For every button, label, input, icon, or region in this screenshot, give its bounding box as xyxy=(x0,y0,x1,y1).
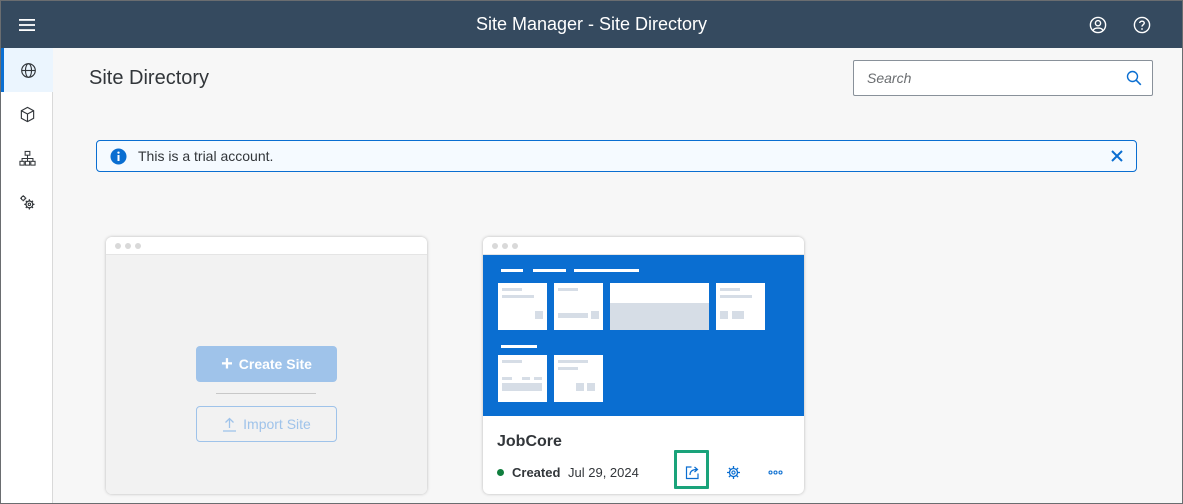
window-dot xyxy=(502,243,508,249)
preview-tile xyxy=(498,355,547,402)
create-site-label: Create Site xyxy=(238,356,312,372)
message-text: This is a trial account. xyxy=(138,148,274,164)
create-site-card: + Create Site Import Site xyxy=(106,237,427,494)
close-icon[interactable] xyxy=(1110,149,1124,163)
site-card[interactable]: JobCore Created Jul 29, 2024 xyxy=(483,237,804,494)
window-dot xyxy=(492,243,498,249)
search-icon[interactable] xyxy=(1126,70,1142,86)
content-cube-icon xyxy=(20,106,34,122)
preview-tile-wide xyxy=(610,283,709,330)
preview-tile xyxy=(498,283,547,330)
go-to-site-button[interactable] xyxy=(679,460,705,484)
card-window-bar xyxy=(483,237,804,255)
site-preview-thumbnail[interactable] xyxy=(483,255,804,416)
window-dot xyxy=(512,243,518,249)
preview-bar xyxy=(501,269,523,272)
side-navigation xyxy=(1,48,53,503)
hierarchy-icon xyxy=(18,150,36,166)
gear-icon xyxy=(726,465,740,479)
shell-title: Site Manager - Site Directory xyxy=(475,14,708,34)
globe-icon xyxy=(21,62,36,78)
nav-item-site-directory[interactable] xyxy=(1,48,53,92)
card-window-bar xyxy=(106,237,427,255)
import-site-button[interactable]: Import Site xyxy=(196,406,337,442)
information-icon xyxy=(110,148,127,165)
hamburger-icon xyxy=(19,19,35,31)
create-card-body: + Create Site Import Site xyxy=(106,255,427,494)
nav-item-content-manager[interactable] xyxy=(1,92,53,136)
upload-icon xyxy=(223,417,237,432)
help-button[interactable] xyxy=(1128,11,1156,39)
preview-tile xyxy=(554,355,603,402)
search-field xyxy=(853,60,1153,96)
nav-item-settings[interactable] xyxy=(1,180,53,224)
status-indicator-dot xyxy=(497,469,504,476)
divider xyxy=(216,393,316,394)
create-site-button[interactable]: + Create Site xyxy=(196,346,337,382)
created-date: Jul 29, 2024 xyxy=(568,465,639,480)
window-dot xyxy=(115,243,121,249)
site-settings-button[interactable] xyxy=(720,460,746,484)
import-site-label: Import Site xyxy=(243,416,311,432)
message-strip: This is a trial account. xyxy=(96,140,1137,172)
preview-tile xyxy=(554,283,603,330)
page-title: Site Directory xyxy=(89,67,210,89)
profile-button[interactable] xyxy=(1084,11,1112,39)
nav-item-channel-manager[interactable] xyxy=(1,136,53,180)
settings-gears-icon xyxy=(19,194,34,209)
preview-bar xyxy=(501,345,537,348)
window-dot xyxy=(125,243,131,249)
more-actions-button[interactable] xyxy=(762,460,788,484)
app-window: Site Manager - Site Directory Site Direc… xyxy=(0,0,1183,504)
preview-tile xyxy=(716,283,765,330)
overflow-dots-icon xyxy=(767,469,783,475)
plus-icon: + xyxy=(221,353,233,375)
preview-bar xyxy=(533,269,566,272)
site-name[interactable]: JobCore xyxy=(497,433,562,451)
status-badge: Created xyxy=(512,465,561,480)
user-profile-icon xyxy=(1089,16,1107,34)
menu-button[interactable] xyxy=(11,9,43,41)
shell-bar: Site Manager - Site Directory xyxy=(1,1,1182,48)
external-link-icon xyxy=(685,465,699,479)
window-dot xyxy=(135,243,141,249)
search-input[interactable] xyxy=(854,61,1116,95)
help-icon xyxy=(1133,16,1151,34)
preview-bar xyxy=(574,269,639,272)
